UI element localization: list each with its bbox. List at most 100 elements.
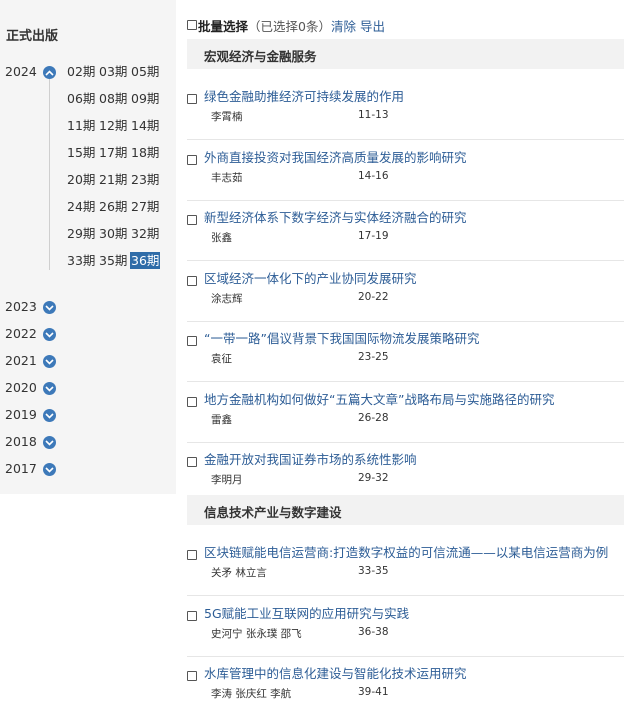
year-label: 2024: [5, 64, 37, 79]
issue-link-11期[interactable]: 11期: [66, 117, 96, 134]
chevron-down-icon[interactable]: [43, 355, 56, 368]
article-title-link[interactable]: 外商直接投资对我国经济高质量发展的影响研究: [204, 147, 467, 166]
article-title-link[interactable]: 区块链赋能电信运营商:打造数字权益的可信流通——以某电信运营商为例: [204, 542, 608, 561]
issue-link-06期[interactable]: 06期: [66, 90, 96, 107]
article-authors: 涂志辉: [211, 292, 243, 305]
issue-sidebar: 正式出版 2024 02期 03期 05期 06期 08期 09期 11期 12期 14期 15期 1…: [0, 0, 176, 494]
selected-count: （已选择0条）: [248, 19, 331, 34]
issue-link-26期[interactable]: 26期: [98, 198, 128, 215]
year-label: 2018: [5, 434, 37, 449]
article-title-link[interactable]: 地方金融机构如何做好“五篇大文章”战略布局与实施路径的研究: [204, 389, 554, 408]
article-authors: 李霄楠: [211, 111, 243, 123]
article-pages: 23-25: [358, 351, 389, 363]
article-pages: 36-38: [358, 625, 389, 638]
article-checkbox[interactable]: [187, 610, 197, 621]
article-row: 外商直接投资对我国经济高质量发展的影响研究丰志茹 14-16: [187, 141, 624, 201]
article-row: 区块链赋能电信运营商:打造数字权益的可信流通——以某电信运营商为例 关矛 林立言 3…: [187, 536, 624, 596]
article-row: 5G赋能工业互联网的应用研究与实践史河宁 张永璞 邵飞 36-38: [187, 597, 624, 657]
article-pages: 33-35: [358, 565, 389, 577]
article-checkbox[interactable]: [187, 457, 197, 467]
chevron-down-icon[interactable]: [43, 436, 56, 449]
chevron-down-icon[interactable]: [43, 328, 56, 341]
article-row: 水库管理中的信息化建设与智能化技术运用研究李涛 张庆红 李航 39-41: [187, 657, 624, 717]
article-authors: 丰志茹: [211, 171, 243, 184]
year-2017[interactable]: 2017: [0, 458, 176, 480]
article-row: 新型经济体系下数字经济与实体经济融合的研究 张鑫 17-19: [187, 201, 624, 261]
issue-link-05期[interactable]: 05期: [130, 63, 160, 80]
chevron-down-icon[interactable]: [43, 382, 56, 395]
year-label: 2020: [5, 380, 37, 395]
article-title-link[interactable]: 5G赋能工业互联网的应用研究与实践: [204, 603, 409, 622]
issue-link-08期[interactable]: 08期: [98, 90, 128, 107]
issue-link-14期[interactable]: 14期: [130, 117, 160, 134]
batch-select-checkbox[interactable]: [187, 20, 197, 30]
article-checkbox[interactable]: [187, 671, 197, 681]
article-authors: 李涛 张庆红 李航: [211, 688, 292, 700]
article-authors: 雷鑫: [211, 413, 232, 426]
article-checkbox[interactable]: [187, 275, 197, 286]
article-row: 地方金融机构如何做好“五篇大文章”战略布局与实施路径的研究雷鑫 26-28: [187, 383, 624, 443]
year-2022[interactable]: 2022: [0, 323, 176, 345]
article-pages: 20-22: [358, 290, 389, 303]
year-label: 2022: [5, 326, 37, 341]
article-pages: 39-41: [358, 686, 389, 698]
year-label: 2023: [5, 299, 37, 314]
article-checkbox[interactable]: [187, 215, 197, 225]
article-pages: 14-16: [358, 169, 389, 182]
clear-button[interactable]: 清除: [331, 19, 356, 34]
article-title-link[interactable]: 绿色金融助推经济可持续发展的作用: [204, 86, 404, 105]
article-pages: 26-28: [358, 411, 389, 424]
issue-link-02期[interactable]: 02期: [66, 63, 96, 80]
issue-link-33期[interactable]: 33期: [66, 252, 96, 269]
issue-link-03期[interactable]: 03期: [98, 63, 128, 80]
issue-link-32期[interactable]: 32期: [130, 225, 160, 242]
issue-link-30期[interactable]: 30期: [98, 225, 128, 242]
issue-link-17期[interactable]: 17期: [98, 144, 128, 161]
issue-link-29期[interactable]: 29期: [66, 225, 96, 242]
issue-link-27期[interactable]: 27期: [130, 198, 160, 215]
article-title-link[interactable]: 水库管理中的信息化建设与智能化技术运用研究: [204, 663, 467, 682]
year-2023[interactable]: 2023: [0, 296, 176, 318]
article-title-link[interactable]: 区域经济一体化下的产业协同发展研究: [204, 268, 417, 287]
article-row: 绿色金融助推经济可持续发展的作用 李霄楠 11-13: [187, 80, 624, 140]
issue-link-12期[interactable]: 12期: [98, 117, 128, 134]
chevron-down-icon[interactable]: [43, 463, 56, 476]
chevron-down-icon[interactable]: [43, 409, 56, 422]
issue-link-09期[interactable]: 09期: [130, 90, 160, 107]
issue-link-36期[interactable]: 36期: [130, 252, 161, 269]
chevron-down-icon[interactable]: [43, 301, 56, 314]
article-checkbox[interactable]: [187, 550, 197, 560]
issue-link-18期[interactable]: 18期: [130, 144, 160, 161]
section-title: 宏观经济与金融服务: [204, 49, 317, 64]
article-authors: 袁征: [211, 353, 232, 365]
article-checkbox[interactable]: [187, 154, 197, 165]
issue-link-20期[interactable]: 20期: [66, 171, 96, 188]
article-row: 金融开放对我国证券市场的系统性影响 李明月 29-32: [187, 443, 624, 503]
year-label: 2017: [5, 461, 37, 476]
article-row: 区域经济一体化下的产业协同发展研究涂志辉 20-22: [187, 262, 624, 322]
article-checkbox[interactable]: [187, 396, 197, 407]
issue-link-15期[interactable]: 15期: [66, 144, 96, 161]
year-2018[interactable]: 2018: [0, 431, 176, 453]
issue-link-23期[interactable]: 23期: [130, 171, 160, 188]
article-checkbox[interactable]: [187, 94, 197, 104]
issue-link-24期[interactable]: 24期: [66, 198, 96, 215]
batch-select-label[interactable]: 批量选择: [198, 19, 248, 34]
article-title-link[interactable]: 新型经济体系下数字经济与实体经济融合的研究: [204, 207, 467, 226]
issue-link-35期[interactable]: 35期: [98, 252, 128, 269]
tree-line: [49, 78, 50, 270]
article-authors: 史河宁 张永璞 邵飞: [211, 627, 302, 640]
year-2020[interactable]: 2020: [0, 377, 176, 399]
article-title-link[interactable]: 金融开放对我国证券市场的系统性影响: [204, 449, 417, 468]
article-row: “一带一路”倡议背景下我国国际物流发展策略研究袁征 23-25: [187, 322, 624, 382]
export-button[interactable]: 导出: [360, 19, 385, 34]
article-list-panel: 批量选择（已选择0条）清除 导出 宏观经济与金融服务绿色金融助推经济可持续发展的…: [177, 0, 624, 714]
year-2021[interactable]: 2021: [0, 350, 176, 372]
year-label: 2019: [5, 407, 37, 422]
issue-link-21期[interactable]: 21期: [98, 171, 128, 188]
article-checkbox[interactable]: [187, 336, 197, 346]
chevron-up-icon[interactable]: [43, 66, 56, 79]
year-2019[interactable]: 2019: [0, 404, 176, 426]
section-header: 信息技术产业与数字建设: [187, 495, 624, 525]
article-title-link[interactable]: “一带一路”倡议背景下我国国际物流发展策略研究: [204, 328, 479, 347]
